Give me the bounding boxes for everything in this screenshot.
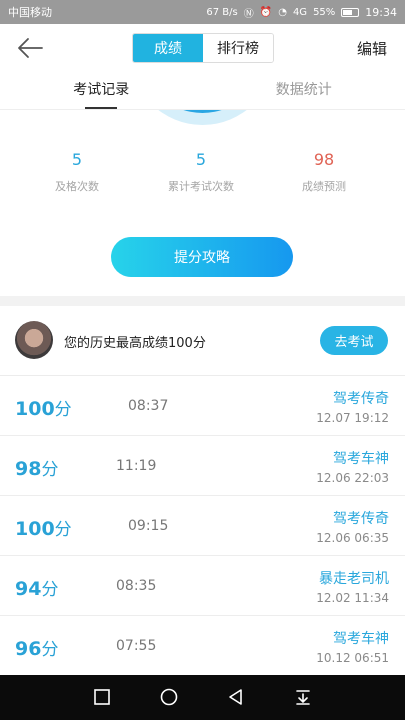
clock: 19:34 [365, 5, 397, 19]
record-duration: 07:55 [116, 638, 157, 654]
tab-data-stats[interactable]: 数据统计 [203, 72, 405, 109]
tab-exam-records[interactable]: 考试记录 [0, 72, 203, 109]
record-score: 98分 [15, 458, 59, 480]
signal-label: 4G [292, 6, 308, 18]
record-title: 驾考传奇 [333, 511, 389, 527]
tab-scores[interactable]: 成绩 [133, 34, 203, 62]
list-item[interactable]: 100分 08:37 驾考传奇 12.07 19:12 [0, 376, 405, 436]
score-gauge [130, 110, 275, 125]
list-item[interactable]: 98分 11:19 驾考车神 12.06 22:03 [0, 436, 405, 496]
top-nav: 成绩 排行榜 编辑 [0, 24, 405, 72]
stat-score-prediction: 98 成绩预测 [264, 150, 384, 194]
record-score: 94分 [15, 578, 59, 600]
sub-tabs: 考试记录 数据统计 [0, 72, 405, 110]
score-tips-button[interactable]: 提分攻略 [111, 237, 293, 277]
wifi-icon: ◔ [278, 6, 287, 18]
stat-value: 5 [195, 150, 207, 169]
record-score: 100分 [15, 398, 72, 420]
battery-percent: 55% [313, 6, 336, 18]
record-duration: 08:35 [116, 578, 157, 594]
avatar[interactable] [15, 321, 53, 359]
stats-panel: 5 及格次数 5 累计考试次数 98 成绩预测 提分攻略 [0, 110, 405, 296]
stat-total-exams: 5 累计考试次数 [141, 150, 261, 194]
go-exam-button[interactable]: 去考试 [320, 326, 388, 355]
record-date: 12.07 19:12 [316, 411, 389, 425]
notification-pull-icon[interactable] [293, 687, 313, 707]
list-item[interactable]: 94分 08:35 暴走老司机 12.02 11:34 [0, 556, 405, 616]
record-score: 100分 [15, 518, 72, 540]
system-nav-bar [0, 675, 405, 720]
record-duration: 08:37 [128, 398, 169, 414]
stat-label: 累计考试次数 [168, 180, 234, 193]
network-speed: 67 B/s [206, 6, 238, 18]
carrier-name: 中国移动 [8, 6, 52, 19]
home-icon[interactable] [159, 687, 179, 707]
best-score-row: 您的历史最高成绩100分 去考试 [0, 306, 405, 376]
section-divider [0, 296, 405, 306]
status-bar: 中国移动 67 B/s Ⓝ ⏰ ◔ 4G 55% 19:34 [0, 0, 405, 24]
recent-apps-icon[interactable] [92, 687, 112, 707]
back-arrow-icon[interactable] [16, 36, 44, 60]
stat-value: 5 [71, 150, 83, 169]
list-item[interactable]: 96分 07:55 驾考车神 10.12 06:51 [0, 616, 405, 676]
alarm-icon: ⏰ [259, 6, 273, 18]
record-date: 10.12 06:51 [316, 651, 389, 665]
stat-label: 及格次数 [55, 180, 99, 193]
record-date: 12.06 06:35 [316, 531, 389, 545]
nfc-icon: Ⓝ [243, 8, 254, 20]
exam-records-list: 100分 08:37 驾考传奇 12.07 19:12 98分 11:19 驾考… [0, 376, 405, 676]
record-title: 驾考传奇 [333, 391, 389, 407]
record-duration: 09:15 [128, 518, 169, 534]
record-duration: 11:19 [116, 458, 157, 474]
record-title: 暴走老司机 [319, 571, 389, 587]
tab-ranking[interactable]: 排行榜 [203, 34, 273, 62]
back-icon[interactable] [226, 687, 246, 707]
segmented-control: 成绩 排行榜 [132, 33, 274, 63]
record-date: 12.02 11:34 [316, 591, 389, 605]
record-score: 96分 [15, 638, 59, 660]
record-title: 驾考车神 [333, 631, 389, 647]
list-item[interactable]: 100分 09:15 驾考传奇 12.06 06:35 [0, 496, 405, 556]
record-title: 驾考车神 [333, 451, 389, 467]
best-score-text: 您的历史最高成绩100分 [64, 336, 206, 351]
edit-button[interactable]: 编辑 [357, 38, 387, 59]
stat-label: 成绩预测 [302, 180, 346, 193]
stat-value: 98 [313, 150, 335, 169]
battery-icon [341, 7, 360, 17]
stat-pass-count: 5 及格次数 [17, 150, 137, 194]
status-icons: 67 B/s Ⓝ ⏰ ◔ 4G 55% 19:34 [206, 5, 397, 20]
record-date: 12.06 22:03 [316, 471, 389, 485]
